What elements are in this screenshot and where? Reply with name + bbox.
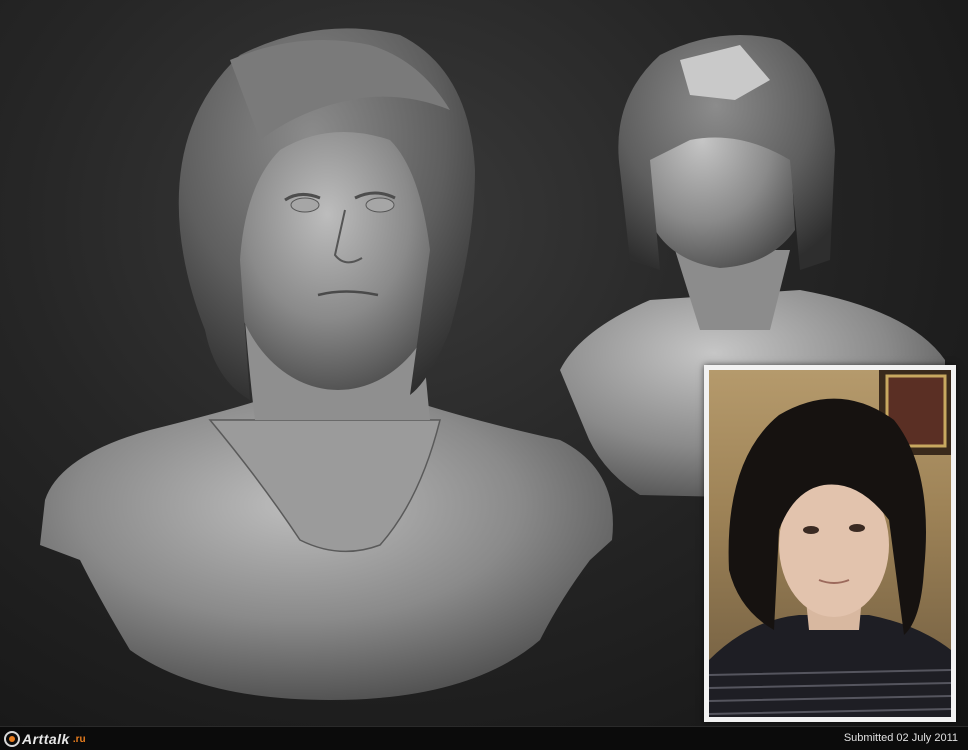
reference-photo bbox=[709, 370, 951, 717]
submitted-date: Submitted 02 July 2011 bbox=[843, 732, 958, 744]
arttalk-logo-icon bbox=[4, 731, 20, 747]
reference-photo-frame bbox=[704, 365, 956, 722]
arttalk-logo[interactable]: Arttalk .ru bbox=[4, 729, 86, 749]
footer-bar: Arttalk .ru Submitted 02 July 2011 bbox=[0, 726, 968, 750]
main-bust bbox=[40, 28, 613, 700]
logo-text: Arttalk bbox=[22, 731, 70, 747]
render-scene bbox=[0, 0, 968, 726]
logo-tld: .ru bbox=[72, 733, 86, 745]
